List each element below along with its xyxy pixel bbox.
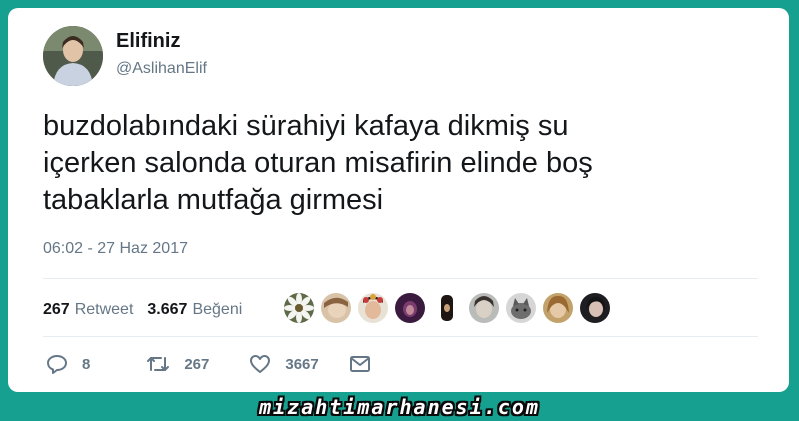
engagement-stats: 267 Retweet 3.667 Beğeni	[43, 295, 242, 325]
liker-avatar[interactable]	[358, 293, 388, 323]
tweet-timestamp[interactable]: 06:02 - 27 Haz 2017	[43, 240, 188, 258]
envelope-icon	[349, 355, 371, 373]
retweet-action-count: 267	[184, 355, 210, 373]
retweet-count[interactable]: 267	[43, 301, 70, 319]
like-label[interactable]: Beğeni	[192, 301, 242, 319]
divider	[43, 336, 758, 337]
divider	[43, 278, 758, 279]
liker-avatar[interactable]	[284, 293, 314, 323]
retweet-label[interactable]: Retweet	[75, 301, 134, 319]
display-name[interactable]: Elifiniz	[116, 30, 180, 53]
site-watermark: mizahtimarhanesi.com	[259, 395, 540, 419]
liker-avatar[interactable]	[321, 293, 351, 323]
tweet-card: Elifiniz @AslihanElif buzdolabındaki sür…	[8, 8, 789, 392]
reply-count: 8	[82, 355, 91, 373]
liker-avatar[interactable]	[432, 293, 462, 323]
tweet-actions: 8 267 3667	[46, 354, 371, 374]
reply-icon	[46, 354, 68, 374]
liker-avatar[interactable]	[395, 293, 425, 323]
like-action-count: 3667	[285, 355, 319, 373]
liker-avatar[interactable]	[543, 293, 573, 323]
user-handle[interactable]: @AslihanElif	[116, 60, 207, 78]
liker-avatar[interactable]	[469, 293, 499, 323]
tweet-text: buzdolabındaki sürahiyi kafaya dikmiş su…	[43, 110, 593, 216]
liker-avatar[interactable]	[506, 293, 536, 323]
liker-avatar[interactable]	[580, 293, 610, 323]
like-count[interactable]: 3.667	[147, 301, 187, 319]
like-button[interactable]: 3667	[249, 354, 319, 374]
reply-button[interactable]: 8	[46, 354, 90, 374]
avatar-image	[43, 26, 103, 86]
message-button[interactable]	[349, 355, 371, 373]
heart-icon	[249, 354, 271, 374]
retweet-button[interactable]: 267	[146, 354, 209, 374]
liker-avatars	[284, 293, 617, 323]
retweet-icon	[146, 354, 170, 374]
user-avatar[interactable]	[43, 26, 103, 86]
